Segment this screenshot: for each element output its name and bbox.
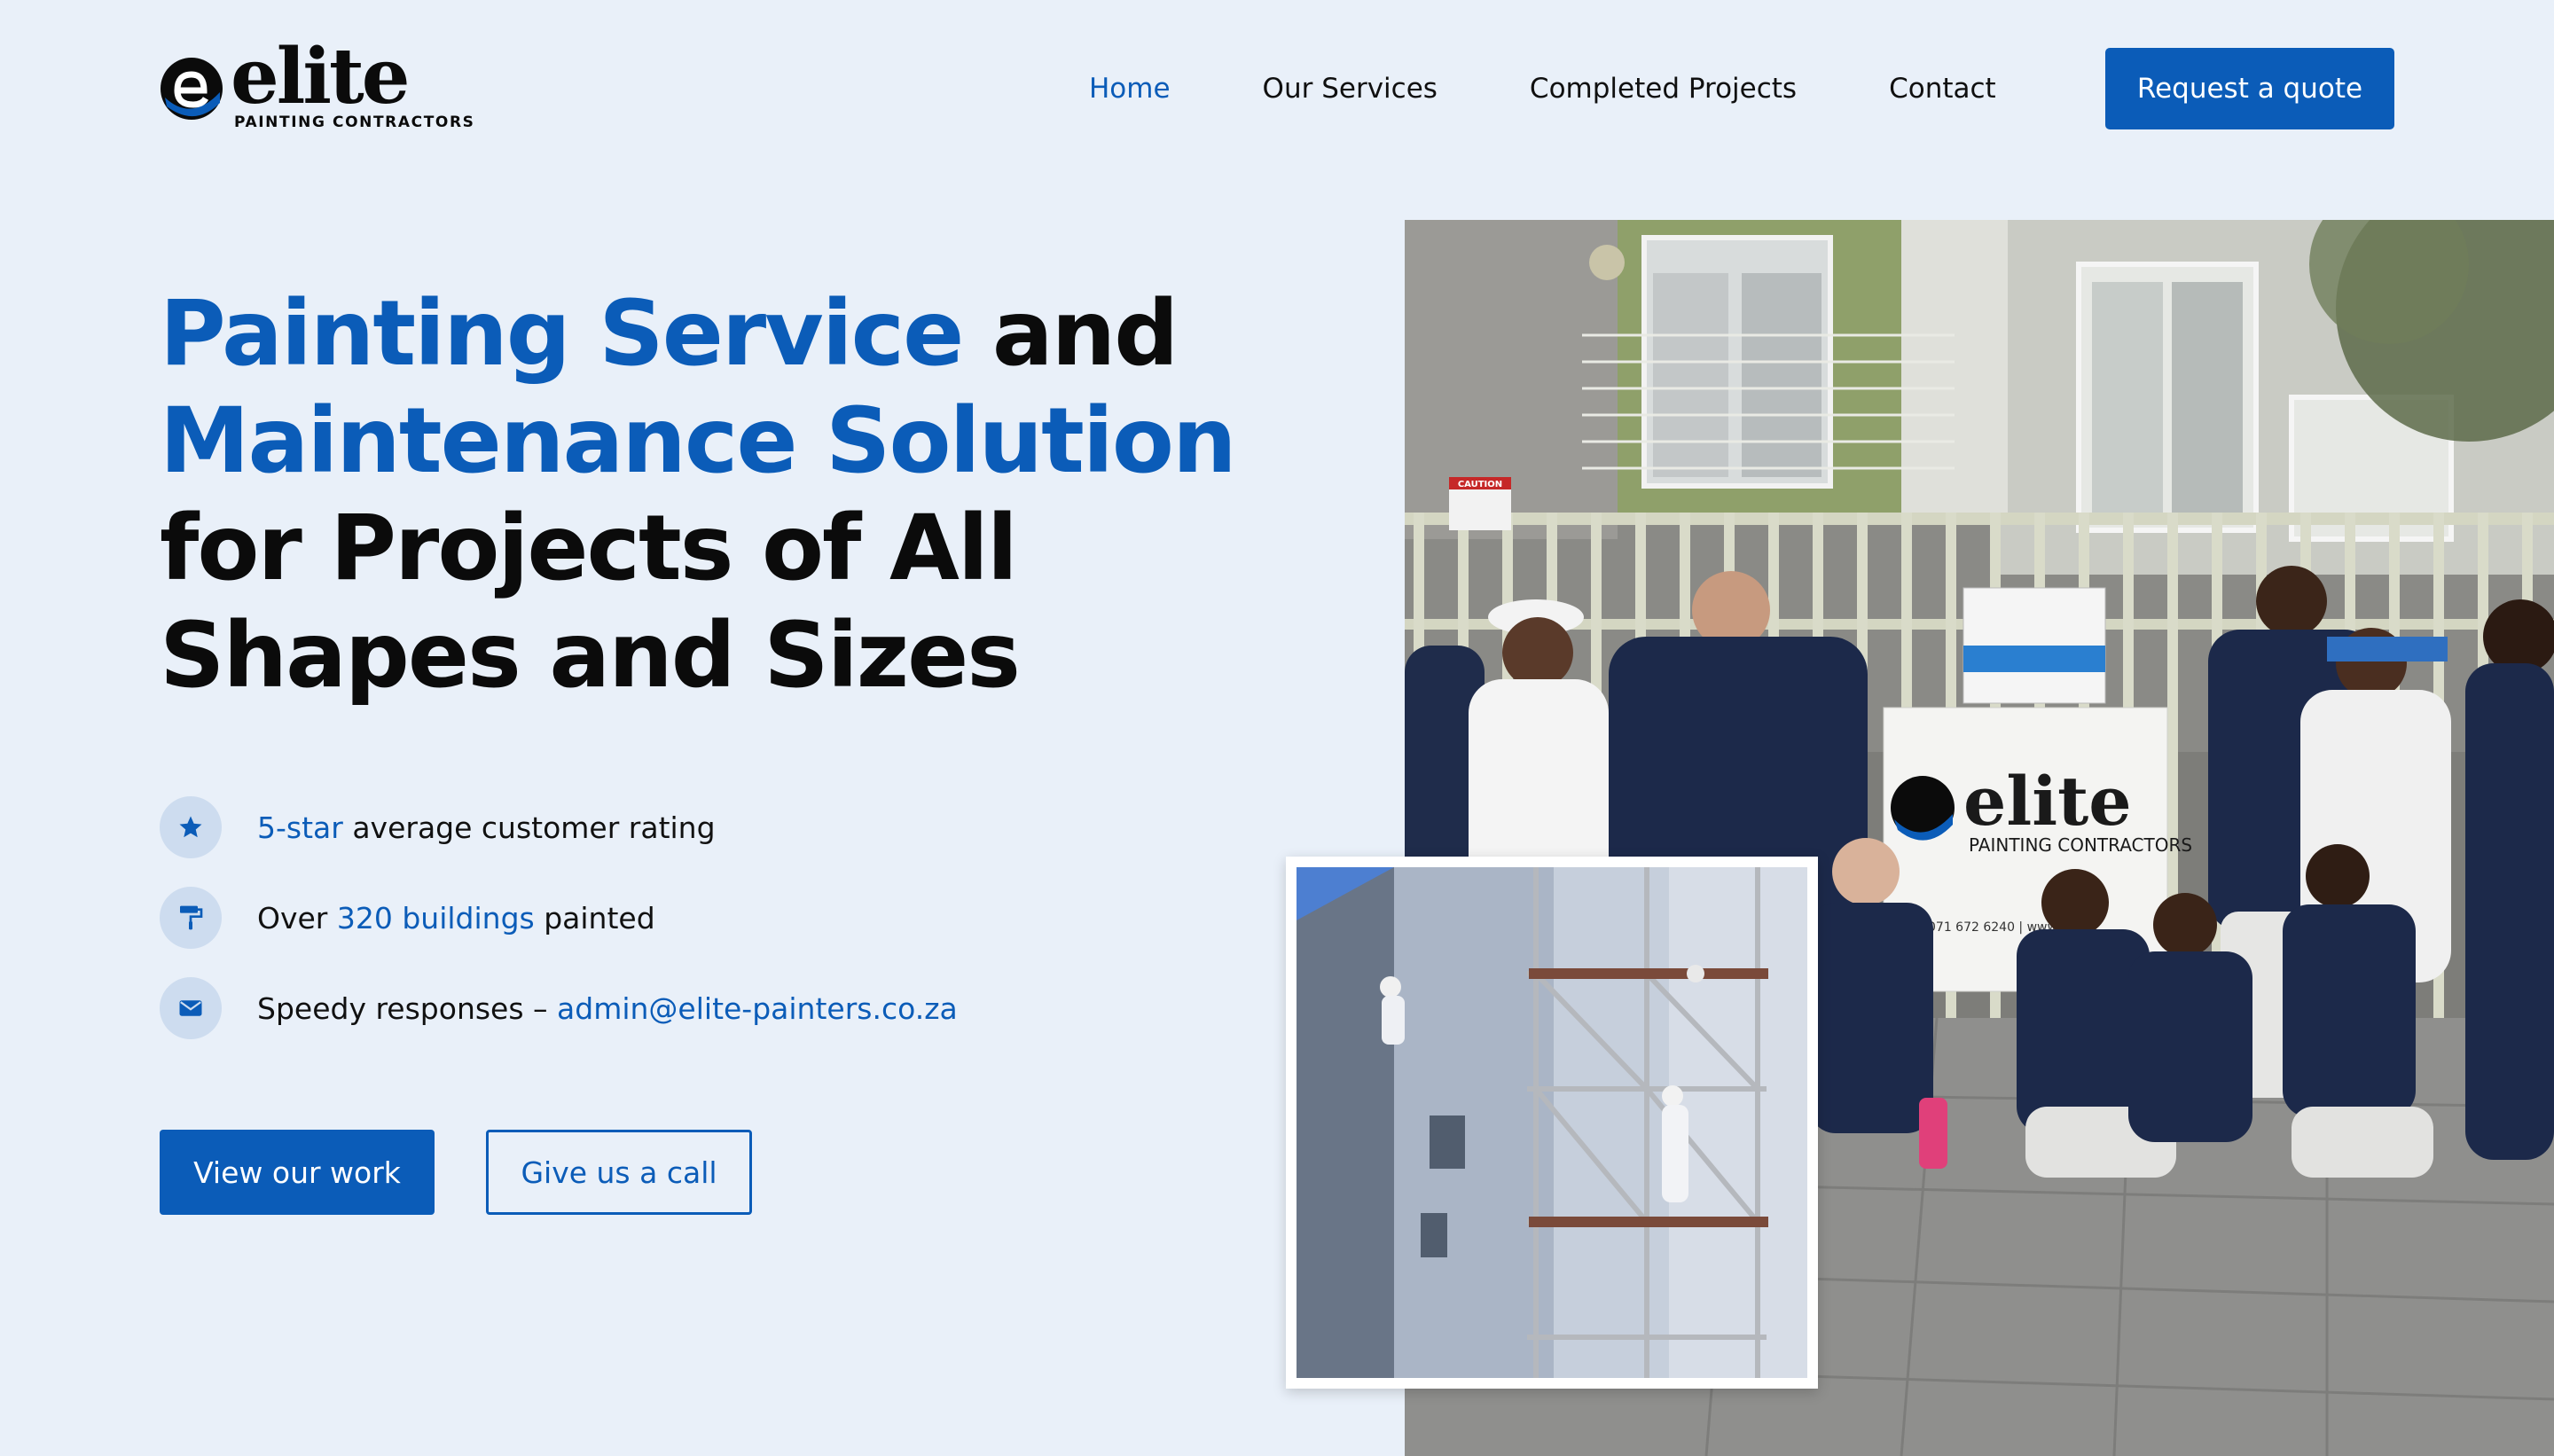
nav-home[interactable]: Home (1089, 73, 1171, 105)
paint-roller-icon (160, 887, 222, 949)
hero-heading-highlight-1: Painting Service (160, 281, 964, 387)
sign-brand-text: elite (1963, 762, 2132, 841)
feature-buildings-text: Over 320 buildings painted (257, 900, 655, 935)
elite-e-logo-icon (161, 58, 223, 120)
main-nav: Home Our Services Completed Projects Con… (1089, 48, 2088, 129)
feature-email: Speedy responses – admin@elite-painters.… (160, 977, 958, 1039)
logo-wordmark: elite (231, 32, 410, 121)
feature-email-text: Speedy responses – admin@elite-painters.… (257, 990, 958, 1026)
hero-heading: Painting Service and Maintenance Solutio… (160, 280, 1312, 709)
scaffold-photo (1286, 857, 1818, 1389)
feature-buildings: Over 320 buildings painted (160, 887, 958, 949)
nav-our-services[interactable]: Our Services (1263, 73, 1438, 105)
feature-rating-text: 5-star average customer rating (257, 810, 716, 845)
hero-heading-line-4: Shapes and Sizes (160, 603, 1021, 708)
view-our-work-button[interactable]: View our work (160, 1130, 435, 1215)
hero-heading-part-1: and (962, 281, 1179, 387)
give-us-a-call-button[interactable]: Give us a call (486, 1130, 752, 1215)
feature-list: 5-star average customer rating Over 320 … (160, 796, 958, 1068)
site-logo[interactable]: elite PAINTING CONTRACTORS (160, 39, 474, 135)
caution-sign-text: CAUTION (1458, 480, 1502, 489)
envelope-icon (160, 977, 222, 1039)
star-icon (160, 796, 222, 858)
email-link[interactable]: admin@elite-painters.co.za (557, 991, 958, 1026)
hero-heading-highlight-2: Maintenance Solution (160, 388, 1237, 494)
sign-tagline-text: PAINTING CONTRACTORS (1969, 834, 2192, 856)
nav-completed-projects[interactable]: Completed Projects (1530, 73, 1797, 105)
request-quote-button[interactable]: Request a quote (2105, 48, 2394, 129)
nav-contact[interactable]: Contact (1889, 73, 1996, 105)
logo-tagline: PAINTING CONTRACTORS (234, 114, 475, 131)
hero-heading-line-3: for Projects of All (160, 496, 1018, 601)
feature-rating: 5-star average customer rating (160, 796, 958, 858)
